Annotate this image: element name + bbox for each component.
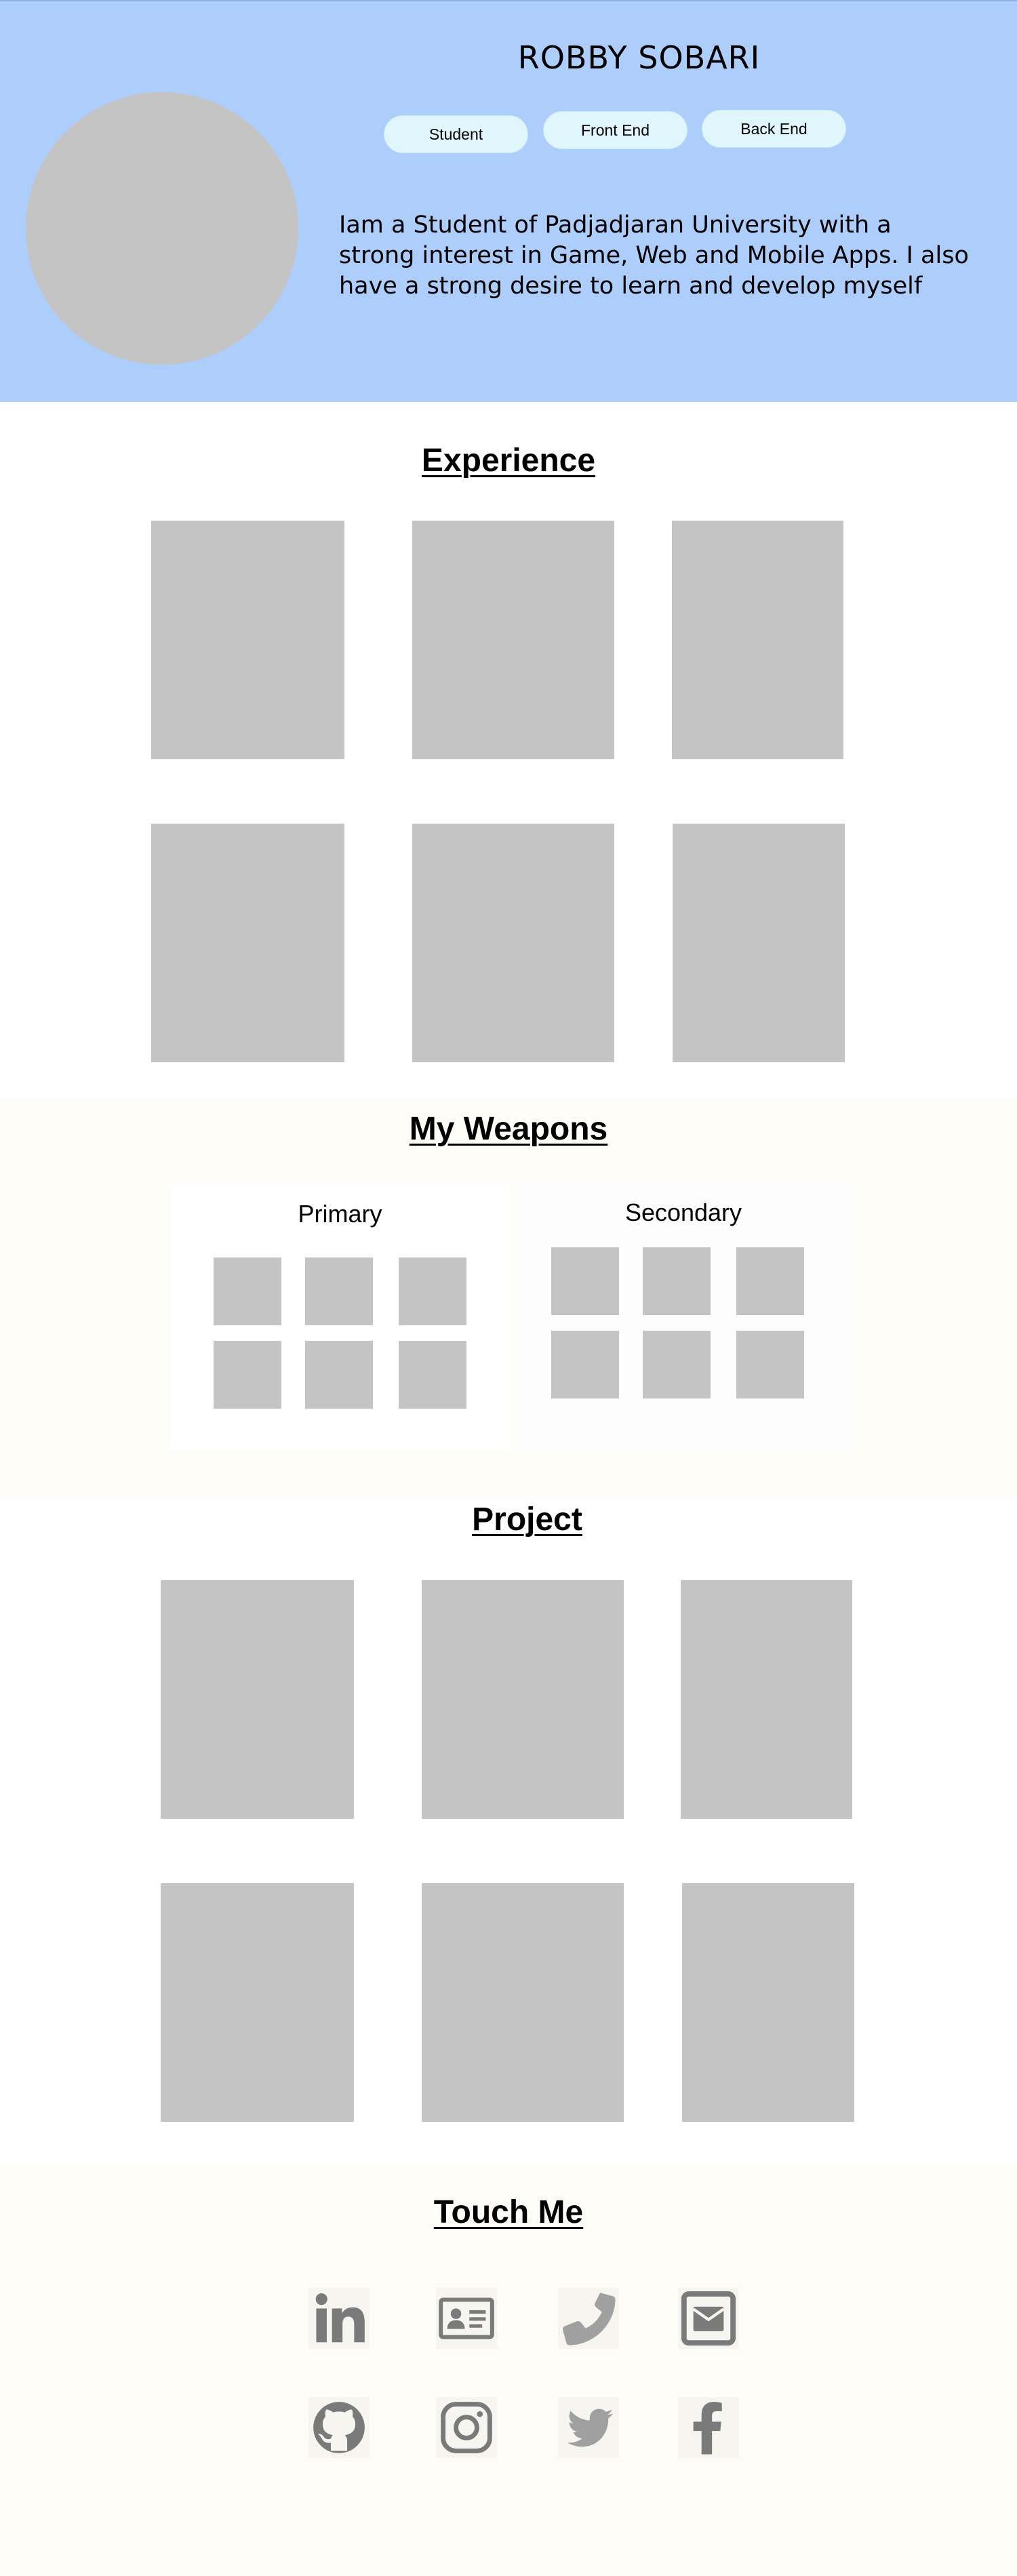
- experience-card[interactable]: [672, 521, 843, 759]
- instagram-icon[interactable]: [436, 2397, 497, 2458]
- project-card[interactable]: [422, 1580, 624, 1819]
- project-card[interactable]: [161, 1883, 354, 2122]
- linkedin-icon[interactable]: [308, 2288, 370, 2349]
- avatar: [26, 92, 298, 365]
- project-card[interactable]: [681, 1580, 852, 1819]
- experience-card[interactable]: [673, 824, 845, 1062]
- primary-weapon-tile[interactable]: [214, 1341, 281, 1409]
- primary-weapon-tile[interactable]: [305, 1257, 373, 1325]
- profile-bio: Iam a Student of Padjadjaran University …: [339, 212, 969, 300]
- secondary-weapons-panel: Secondary: [514, 1183, 853, 1451]
- experience-card[interactable]: [412, 824, 614, 1062]
- secondary-weapon-tile[interactable]: [736, 1247, 804, 1315]
- experience-card[interactable]: [151, 521, 344, 759]
- project-heading: Project: [472, 1502, 582, 1537]
- facebook-icon[interactable]: [678, 2397, 739, 2458]
- secondary-weapon-tile[interactable]: [736, 1331, 804, 1398]
- experience-card[interactable]: [151, 824, 344, 1062]
- primary-weapon-tile[interactable]: [214, 1257, 281, 1325]
- project-card[interactable]: [422, 1883, 624, 2122]
- secondary-weapon-tile[interactable]: [643, 1331, 711, 1398]
- role-pill-back-end[interactable]: Back End: [702, 110, 846, 148]
- profile-name: ROBBY SOBARI: [517, 39, 761, 76]
- experience-card[interactable]: [412, 521, 614, 759]
- role-pill-student[interactable]: Student: [384, 115, 528, 153]
- experience-heading: Experience: [421, 443, 596, 479]
- phone-icon[interactable]: [558, 2288, 619, 2349]
- weapons-heading: My Weapons: [409, 1111, 608, 1147]
- secondary-weapon-tile[interactable]: [643, 1247, 711, 1315]
- envelope-icon[interactable]: [678, 2288, 739, 2349]
- role-pill-front-end[interactable]: Front End: [543, 111, 687, 149]
- primary-weapon-tile[interactable]: [399, 1257, 466, 1325]
- contact-heading: Touch Me: [433, 2194, 584, 2230]
- id-card-icon[interactable]: [436, 2288, 497, 2349]
- secondary-title: Secondary: [624, 1199, 742, 1226]
- secondary-weapon-tile[interactable]: [551, 1331, 619, 1398]
- project-card[interactable]: [682, 1883, 854, 2122]
- primary-weapon-tile[interactable]: [305, 1341, 373, 1409]
- primary-title: Primary: [298, 1200, 382, 1228]
- secondary-weapon-tile[interactable]: [551, 1247, 619, 1315]
- primary-weapon-tile[interactable]: [399, 1341, 466, 1409]
- twitter-icon[interactable]: [558, 2397, 619, 2458]
- github-icon[interactable]: [308, 2397, 370, 2458]
- primary-weapons-panel: Primary: [170, 1183, 511, 1451]
- project-card[interactable]: [161, 1580, 354, 1819]
